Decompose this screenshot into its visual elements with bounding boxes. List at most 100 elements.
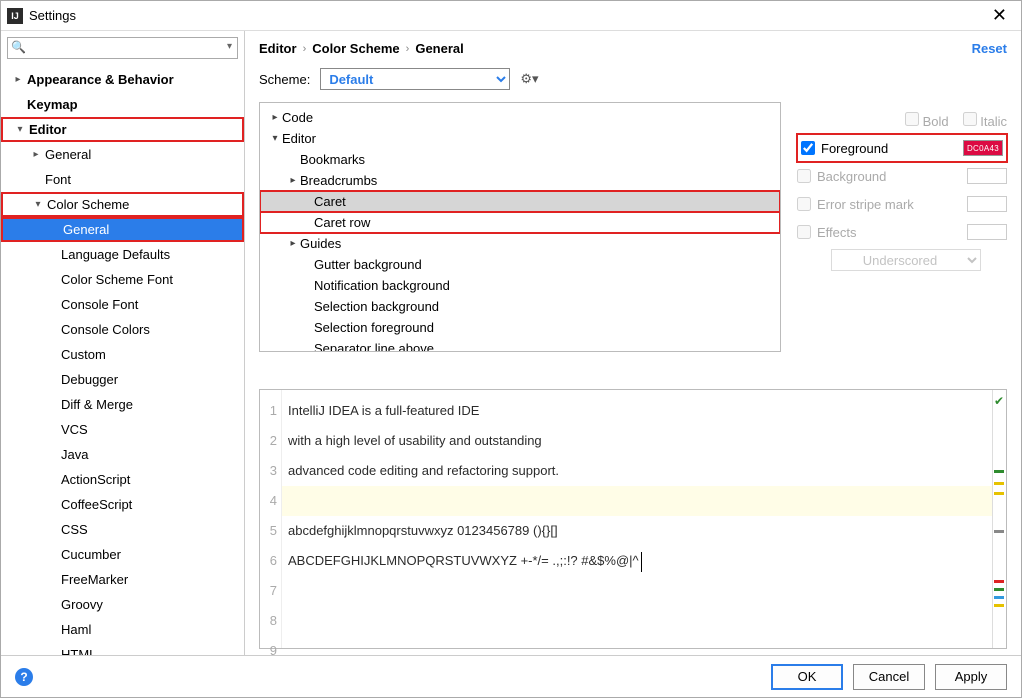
sidebar-item[interactable]: Color Scheme Font	[1, 267, 244, 292]
error-stripe-row[interactable]: Error stripe mark	[797, 190, 1007, 218]
sidebar-item[interactable]: Console Font	[1, 292, 244, 317]
marker[interactable]	[994, 492, 1004, 495]
effects-swatch[interactable]	[967, 224, 1007, 240]
ok-button[interactable]: OK	[771, 664, 843, 690]
gear-icon[interactable]: ⚙▾	[520, 71, 538, 87]
marker[interactable]	[994, 588, 1004, 591]
marker[interactable]	[994, 580, 1004, 583]
sidebar-item[interactable]: ▸Appearance & Behavior	[1, 67, 244, 92]
category-item[interactable]: Separator line above	[260, 338, 780, 352]
category-item[interactable]: Gutter background	[260, 254, 780, 275]
bold-checkbox[interactable]: Bold	[905, 112, 949, 129]
category-item[interactable]: ▸Code	[260, 107, 780, 128]
background-row[interactable]: Background	[797, 162, 1007, 190]
category-item[interactable]: Caret	[260, 191, 780, 212]
preview-code[interactable]: IntelliJ IDEA is a full-featured IDEwith…	[282, 390, 992, 648]
close-icon[interactable]: ✕	[984, 5, 1015, 26]
category-tree[interactable]: ▸Code▾Editor Bookmarks ▸BreadcrumbsCaretCa…	[259, 102, 781, 352]
sidebar-item[interactable]: ActionScript	[1, 467, 244, 492]
marker[interactable]	[994, 530, 1004, 533]
sidebar-item[interactable]: Cucumber	[1, 542, 244, 567]
effects-checkbox[interactable]	[797, 225, 811, 239]
category-item-label: Notification background	[314, 278, 450, 293]
effects-row[interactable]: Effects	[797, 218, 1007, 246]
error-stripe-swatch[interactable]	[967, 196, 1007, 212]
sidebar-item[interactable]: Java	[1, 442, 244, 467]
sidebar-item-label: Appearance & Behavior	[25, 72, 174, 87]
foreground-row[interactable]: Foreground DC0A43	[797, 134, 1007, 162]
search-history-icon[interactable]: ▾	[227, 41, 232, 52]
chevron-right-icon[interactable]: ▸	[29, 149, 43, 160]
category-item-label: Bookmarks	[300, 152, 365, 167]
sidebar-item-label: Font	[43, 172, 71, 187]
sidebar-item[interactable]: FreeMarker	[1, 567, 244, 592]
effects-type-row: Underscored	[797, 246, 1007, 274]
breadcrumb-part[interactable]: Editor	[259, 41, 297, 56]
sidebar-item[interactable]: HTML	[1, 642, 244, 655]
code-line: abcdefghijklmnopqrstuvwxyz 0123456789 ()…	[288, 516, 992, 546]
search-input[interactable]	[7, 37, 238, 59]
marker[interactable]	[994, 482, 1004, 485]
cancel-button[interactable]: Cancel	[853, 664, 925, 690]
line-number: 9	[260, 636, 277, 655]
sidebar-item[interactable]: Keymap	[1, 92, 244, 117]
sidebar-item[interactable]: ▸General	[1, 142, 244, 167]
category-item[interactable]: Bookmarks	[260, 149, 780, 170]
category-item-label: Separator line above	[314, 341, 434, 352]
sidebar-item[interactable]: Language Defaults	[1, 242, 244, 267]
line-number: 5	[260, 516, 277, 546]
category-item[interactable]: ▸Breadcrumbs	[260, 170, 780, 191]
marker[interactable]	[994, 596, 1004, 599]
scheme-select[interactable]: Default	[320, 68, 510, 90]
sidebar-item[interactable]: ▾Color Scheme	[1, 192, 244, 217]
reset-link[interactable]: Reset	[972, 41, 1007, 56]
sidebar-item[interactable]: Font	[1, 167, 244, 192]
category-item-label: Selection foreground	[314, 320, 434, 335]
chevron-down-icon[interactable]: ▾	[13, 124, 27, 135]
sidebar-item[interactable]: General	[1, 217, 244, 242]
category-item[interactable]: ▸Guides	[260, 233, 780, 254]
marker[interactable]	[994, 604, 1004, 607]
sidebar-item-label: Groovy	[59, 597, 103, 612]
chevron-right-icon[interactable]: ▸	[268, 112, 282, 123]
foreground-swatch[interactable]: DC0A43	[963, 140, 1003, 156]
chevron-down-icon[interactable]: ▾	[268, 133, 282, 144]
sidebar-item[interactable]: Debugger	[1, 367, 244, 392]
background-checkbox[interactable]	[797, 169, 811, 183]
sidebar-item[interactable]: Diff & Merge	[1, 392, 244, 417]
preview-markers: ✔	[992, 390, 1006, 648]
sidebar-item[interactable]: CSS	[1, 517, 244, 542]
chevron-down-icon[interactable]: ▾	[31, 199, 45, 210]
help-icon[interactable]: ?	[15, 668, 33, 686]
category-item[interactable]: Caret row	[260, 212, 780, 233]
effects-type-select[interactable]: Underscored	[831, 249, 981, 271]
sidebar-item[interactable]: ▾Editor	[1, 117, 244, 142]
settings-sidebar: 🔍 ▾ ▸Appearance & BehaviorKeymap▾Editor▸…	[1, 31, 245, 655]
category-item[interactable]: Selection background	[260, 296, 780, 317]
category-item-label: Guides	[300, 236, 341, 251]
category-item[interactable]: Selection foreground	[260, 317, 780, 338]
sidebar-item[interactable]: Haml	[1, 617, 244, 642]
sidebar-item-label: FreeMarker	[59, 572, 128, 587]
italic-checkbox[interactable]: Italic	[963, 112, 1007, 129]
sidebar-item[interactable]: Groovy	[1, 592, 244, 617]
sidebar-item[interactable]: Custom	[1, 342, 244, 367]
apply-button[interactable]: Apply	[935, 664, 1007, 690]
line-number: 6	[260, 546, 277, 576]
breadcrumb-part[interactable]: Color Scheme	[312, 41, 399, 56]
marker[interactable]	[994, 470, 1004, 473]
error-stripe-checkbox[interactable]	[797, 197, 811, 211]
chevron-right-icon[interactable]: ▸	[286, 238, 300, 249]
chevron-right-icon[interactable]: ▸	[286, 175, 300, 186]
settings-tree[interactable]: ▸Appearance & BehaviorKeymap▾Editor▸Gene…	[1, 65, 244, 655]
category-item[interactable]: Notification background	[260, 275, 780, 296]
background-swatch[interactable]	[967, 168, 1007, 184]
sidebar-item[interactable]: Console Colors	[1, 317, 244, 342]
window-title: Settings	[29, 8, 76, 23]
category-item[interactable]: ▾Editor	[260, 128, 780, 149]
foreground-checkbox[interactable]	[801, 141, 815, 155]
sidebar-item[interactable]: VCS	[1, 417, 244, 442]
chevron-right-icon[interactable]: ▸	[11, 74, 25, 85]
sidebar-item-label: Color Scheme Font	[59, 272, 173, 287]
sidebar-item[interactable]: CoffeeScript	[1, 492, 244, 517]
